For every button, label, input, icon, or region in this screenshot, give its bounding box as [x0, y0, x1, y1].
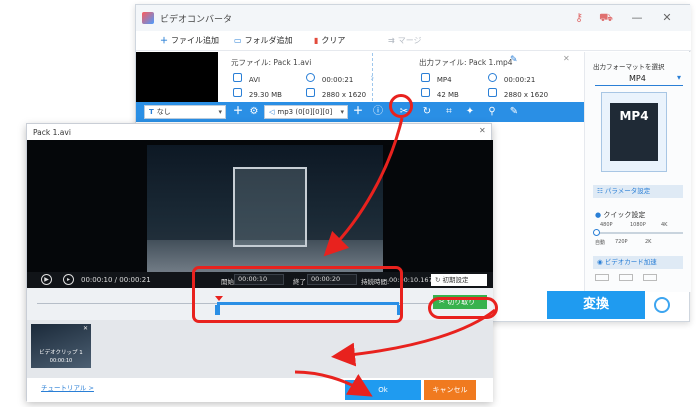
arrow-to-trim-controls: [323, 117, 404, 257]
arrow-to-ok-button: [294, 370, 373, 397]
arrow-to-clip-list: [331, 308, 496, 367]
annotation-arrows: [294, 117, 496, 397]
